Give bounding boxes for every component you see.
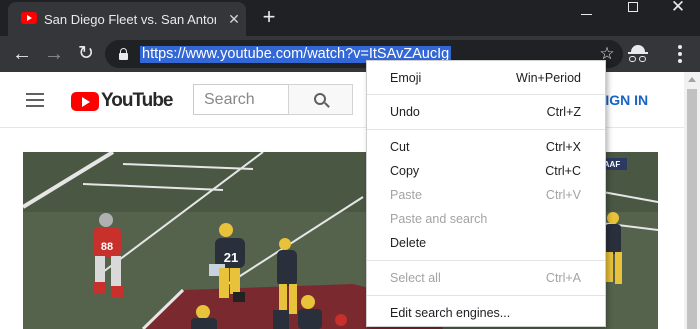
menu-item-emoji[interactable]: Emoji Win+Period [367,66,605,90]
menu-item-select-all: Select all Ctrl+A [390,271,581,285]
menu-item-edit-search-engines[interactable]: Edit search engines... [367,301,605,325]
search-input[interactable]: Search [193,84,289,115]
browser-tab-strip: San Diego Fleet vs. San Antonio Commande… [0,0,700,36]
menu-separator [367,295,605,296]
scroll-up-arrow-icon[interactable] [688,77,696,82]
youtube-favicon-icon [21,12,37,24]
menu-item-delete[interactable]: Delete [367,231,605,255]
menu-item-cut[interactable]: Cut Ctrl+X [367,135,605,159]
menu-item-paste-and-search: Paste and search [390,212,488,226]
scrollbar-thumb[interactable] [687,89,697,329]
youtube-play-icon [71,92,99,111]
lock-icon[interactable] [119,48,128,60]
window-minimize-button[interactable] [564,0,610,30]
menu-item-copy[interactable]: Copy Ctrl+C [367,159,605,183]
back-button[interactable]: ← [8,40,36,68]
forward-button[interactable]: → [40,40,68,68]
tab-close-icon[interactable]: ✕ [225,10,243,28]
menu-separator [367,94,605,95]
tab-title: San Diego Fleet vs. San Antonio Commande… [44,12,216,27]
close-icon: ✕ [670,0,686,16]
window-maximize-button[interactable] [610,0,656,30]
page-scrollbar[interactable] [684,72,700,329]
context-menu: Emoji Win+Period Undo Ctrl+Z Cut Ctrl+X … [366,60,606,327]
search-button[interactable] [288,84,353,115]
menu-separator [367,260,605,261]
player-number-center: 21 [224,250,238,265]
hamburger-menu-icon[interactable] [26,93,44,107]
menu-item-paste: Paste Ctrl+V [390,188,581,202]
player-number-left: 88 [101,241,113,253]
incognito-extension-icon[interactable] [628,44,650,64]
browser-menu-kebab-icon[interactable] [670,44,690,64]
maximize-icon [628,2,638,12]
new-tab-button[interactable]: + [258,6,280,28]
youtube-logo[interactable]: YouTube [71,90,173,111]
menu-separator [367,129,605,130]
browser-tab-active[interactable]: San Diego Fleet vs. San Antonio Commande… [8,2,246,36]
youtube-logo-text: YouTube [101,90,173,111]
reload-button[interactable]: ↻ [72,40,100,68]
minimize-icon [581,14,592,15]
window-close-button[interactable]: ✕ [655,0,700,30]
scoreboard-text: AAF [604,160,621,169]
menu-item-undo[interactable]: Undo Ctrl+Z [367,100,605,124]
